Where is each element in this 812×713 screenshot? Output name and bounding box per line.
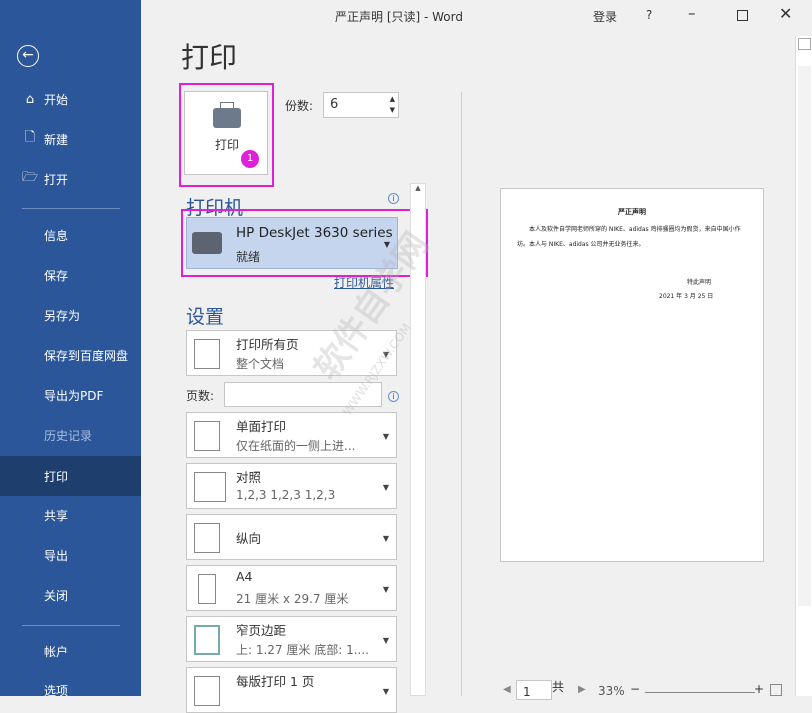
option-title: 窄页边距 [236, 623, 287, 638]
option-title: 每版打印 1 页 [236, 674, 315, 689]
sidebar-item-new[interactable]: 🗋 新建 [0, 119, 141, 159]
new-doc-icon: 🗋 [24, 130, 36, 145]
sidebar-item-save-as[interactable]: 另存为 [0, 295, 141, 335]
info-icon[interactable]: i [388, 391, 399, 402]
preview-body: 本人及软件自学网老师所穿的 NIKE、adidas 鸡排骚圈均为假货，来自中国小… [517, 226, 741, 248]
sidebar-item-share[interactable]: 共享 [0, 495, 141, 535]
option-title: 打印所有页 [236, 337, 299, 352]
sidebar-item-open[interactable]: 🗁 打开 [0, 159, 141, 199]
pages-icon [194, 339, 220, 369]
back-button[interactable]: ← [17, 45, 39, 67]
spinner-icon[interactable]: ▲ ▼ [390, 94, 395, 116]
sidebar-item-print[interactable]: 打印 [0, 456, 141, 496]
preview-scrollbar[interactable] [795, 36, 812, 696]
option-subtitle: 1,2,3 1,2,3 1,2,3 [236, 488, 336, 502]
chevron-down-icon: ▼ [382, 636, 389, 645]
info-icon[interactable]: i [388, 193, 399, 204]
zoom-to-page-icon[interactable] [770, 684, 782, 696]
paper-icon [198, 574, 216, 604]
option-title: A4 [236, 569, 253, 584]
prev-page-button[interactable]: ◀ [503, 684, 511, 695]
sidebar-item-history: 历史记录 [44, 428, 93, 443]
label: 打开 [44, 172, 69, 187]
label: 新建 [44, 132, 69, 147]
divider [22, 208, 120, 209]
pages-label: 页数: [186, 389, 215, 403]
option-title: 纵向 [236, 531, 262, 546]
pages-per-sheet-icon [194, 676, 220, 706]
backstage-sidebar: ← ⌂ 开始 🗋 新建 🗁 打开 信息 保存 另存为 保存到百度网盘 导出为PDF 历… [0, 0, 141, 698]
page-title: 打印 [181, 41, 238, 74]
minimize-button[interactable]: – [688, 4, 696, 22]
preview-doc-title: 严正声明 [618, 208, 646, 216]
margins-select[interactable]: 窄页边距上: 1.27 厘米 底部: 1.... ▼ [186, 616, 397, 662]
page-number-input[interactable]: 1 [516, 680, 552, 700]
pages-per-sheet-select[interactable]: 每版打印 1 页 ▼ [186, 667, 397, 713]
next-page-button[interactable]: ▶ [578, 684, 586, 695]
sidebar-item-export[interactable]: 导出 [0, 535, 141, 575]
copies-value: 6 [330, 97, 339, 112]
sidebar-item-save-baidu[interactable]: 保存到百度网盘 [0, 335, 141, 375]
collate-icon [194, 472, 226, 502]
option-subtitle: 仅在纸面的一侧上进... [236, 439, 356, 453]
maximize-button[interactable] [737, 10, 748, 21]
highlight-box [179, 83, 274, 187]
folder-open-icon: 🗁 [22, 170, 39, 185]
divider [22, 625, 120, 626]
help-button[interactable]: ? [646, 8, 652, 22]
close-window-button[interactable]: ✕ [779, 4, 792, 23]
one-sided-icon [194, 421, 220, 451]
copies-input[interactable]: 6 ▲ ▼ [323, 92, 399, 118]
margins-icon [194, 625, 220, 655]
copies-label: 份数: [285, 99, 314, 113]
chevron-down-icon: ▼ [382, 483, 389, 492]
sidebar-item-info[interactable]: 信息 [0, 215, 141, 255]
sidebar-item-save[interactable]: 保存 [0, 255, 141, 295]
label: 开始 [44, 92, 69, 107]
settings-heading: 设置 [186, 306, 225, 328]
print-preview-page: 严正声明 本人及软件自学网老师所穿的 NIKE、adidas 鸡排骚圈均为假货，… [500, 188, 764, 562]
chevron-down-icon: ▼ [382, 432, 389, 441]
option-title: 单面打印 [236, 419, 287, 434]
sidebar-item-export-pdf[interactable]: 导出为PDF [0, 375, 141, 415]
page-value: 1 [523, 685, 531, 699]
paper-size-select[interactable]: A4 21 厘米 x 29.7 厘米 ▼ [186, 565, 397, 611]
sidebar-item-home[interactable]: ⌂ 开始 [0, 79, 141, 119]
sidebar-item-options[interactable]: 选项 [0, 670, 141, 710]
page-total-label: 共 [552, 680, 565, 694]
portrait-icon [194, 523, 220, 553]
zoom-in-button[interactable]: + [754, 682, 764, 696]
sidebar-item-close[interactable]: 关闭 [0, 575, 141, 615]
option-subtitle: 上: 1.27 厘米 底部: 1.... [236, 643, 369, 657]
chevron-down-icon: ▼ [382, 585, 389, 594]
sidebar-item-account[interactable]: 帐户 [0, 631, 141, 671]
zoom-slider[interactable] [645, 692, 755, 693]
title-bar: 严正声明 [只读] - Word 登录 ? – ✕ [141, 0, 812, 32]
login-link[interactable]: 登录 [593, 8, 617, 25]
preview-date: 2021 年 3 月 25 日 [659, 293, 714, 300]
zoom-out-button[interactable]: − [630, 682, 640, 696]
option-title: 对照 [236, 470, 262, 485]
sides-select[interactable]: 单面打印仅在纸面的一侧上进... ▼ [186, 412, 397, 458]
home-icon: ⌂ [25, 91, 35, 107]
orientation-select[interactable]: 纵向 ▼ [186, 514, 397, 560]
chevron-down-icon: ▼ [382, 534, 389, 543]
window-title: 严正声明 [只读] - Word [335, 10, 463, 24]
chevron-down-icon: ▼ [382, 687, 389, 696]
option-subtitle: 21 厘米 x 29.7 厘米 [236, 592, 349, 606]
option-subtitle: 整个文档 [236, 357, 285, 371]
divider [461, 92, 462, 696]
preview-signature: 特此声明 [687, 279, 712, 286]
collate-select[interactable]: 对照 1,2,3 1,2,3 1,2,3 ▼ [186, 463, 397, 509]
